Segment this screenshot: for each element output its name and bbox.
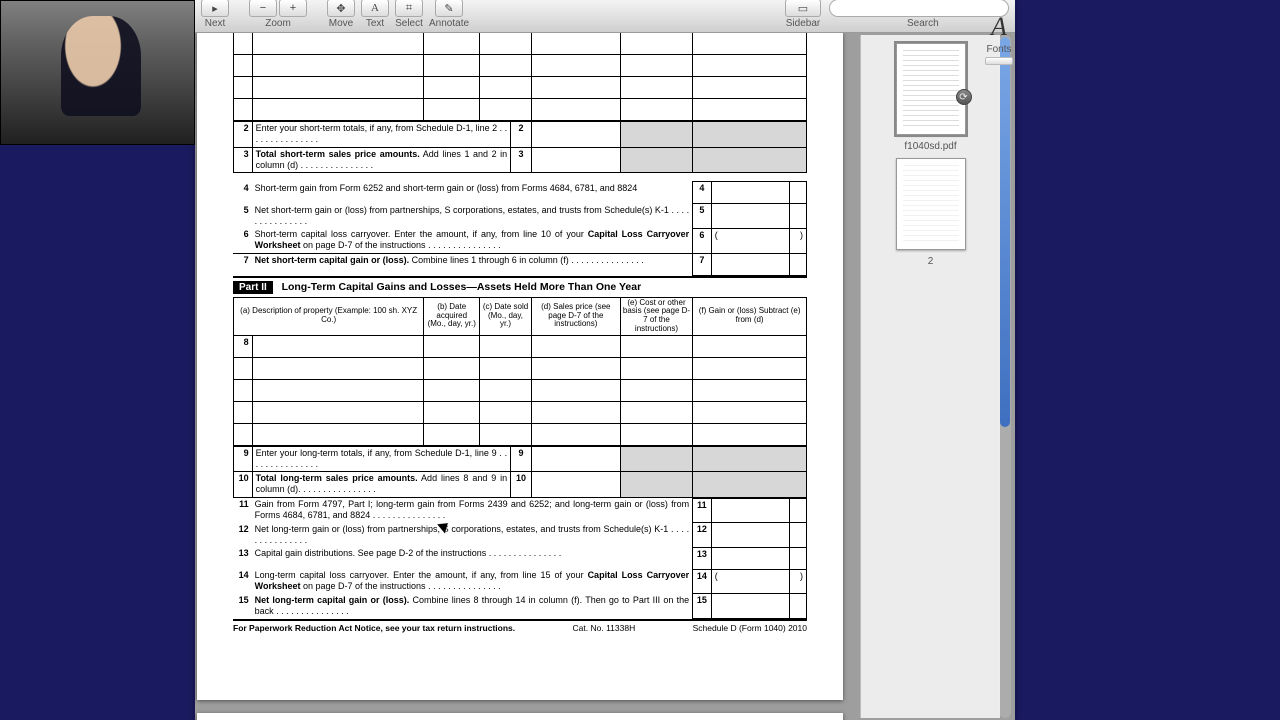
line-13-text: Capital gain distributions. See page D-2… xyxy=(252,547,693,569)
next-group: ▸ Next xyxy=(201,0,229,29)
line-5-text: Net short-term gain or (loss) from partn… xyxy=(252,204,693,229)
part2-header: Part II Long-Term Capital Gains and Loss… xyxy=(233,276,807,297)
text-label: Text xyxy=(366,18,384,29)
zoom-label: Zoom xyxy=(265,18,291,29)
line-9-text: Enter your long-term totals, if any, fro… xyxy=(252,446,511,472)
line-4-num: 4 xyxy=(233,182,252,204)
line-4-text: Short-term gain from Form 6252 and short… xyxy=(252,182,693,204)
select-tool-button[interactable]: ⌗ xyxy=(395,0,423,17)
col-c: (c) Date sold (Mo., day, yr.) xyxy=(480,297,532,335)
thumbnail-sidebar: ⟳ f1040sd.pdf 2 xyxy=(860,35,1000,718)
thumbnail-1[interactable]: ⟳ xyxy=(896,43,966,135)
line-3-rnum: 3 xyxy=(511,147,532,173)
line-7-text: Net short-term capital gain or (loss). C… xyxy=(252,253,693,275)
zoom-group: − + Zoom xyxy=(249,0,307,29)
webcam-overlay xyxy=(0,0,195,145)
line-5-num: 5 xyxy=(233,204,252,229)
next-button[interactable]: ▸ xyxy=(201,0,229,17)
col-a: (a) Description of property (Example: 10… xyxy=(234,297,424,335)
fonts-label: Fonts xyxy=(986,44,1011,55)
col-e: (e) Cost or other basis (see page D-7 of… xyxy=(620,297,692,335)
select-label: Select xyxy=(395,18,423,29)
col-f: (f) Gain or (loss) Subtract (e) from (d) xyxy=(693,297,807,335)
line-7-num: 7 xyxy=(233,253,252,275)
vertical-scrollbar[interactable] xyxy=(999,35,1011,718)
line-11-text: Gain from Form 4797, Part I; long-term g… xyxy=(252,498,693,523)
next-label: Next xyxy=(205,18,226,29)
move-label: Move xyxy=(329,18,353,29)
annotate-label: Annotate xyxy=(429,18,469,29)
move-tool-button[interactable]: ✥ xyxy=(327,0,355,17)
thumbnail-2-label: 2 xyxy=(928,256,934,267)
line-3-num: 3 xyxy=(234,147,253,173)
line-14-text: Long-term capital loss carryover. Enter … xyxy=(252,569,693,594)
document-viewport[interactable]: 2 Enter your short-term totals, if any, … xyxy=(195,33,1015,720)
page-1: 2 Enter your short-term totals, if any, … xyxy=(197,33,843,700)
fonts-handle[interactable] xyxy=(985,57,1013,65)
line-10-text: Total long-term sales price amounts. Add… xyxy=(252,472,511,498)
search-label: Search xyxy=(907,18,939,29)
line-15-text: Net long-term capital gain or (loss). Co… xyxy=(252,594,693,619)
scroll-thumb[interactable] xyxy=(1000,37,1010,427)
text-tool-button[interactable]: A xyxy=(361,0,389,17)
page-2: Schedule D (Form 1040) 2010 Page 2 xyxy=(197,713,843,720)
search-input[interactable] xyxy=(829,0,1009,17)
col-b: (b) Date acquired (Mo., day, yr.) xyxy=(424,297,480,335)
col-d: (d) Sales price (see page D-7 of the ins… xyxy=(531,297,620,335)
line-2-text: Enter your short-term totals, if any, fr… xyxy=(252,122,511,148)
zoom-out-button[interactable]: − xyxy=(249,0,277,17)
sync-badge-icon: ⟳ xyxy=(956,89,972,105)
fonts-drawer[interactable]: A Fonts xyxy=(985,12,1013,65)
sidebar-label: Sidebar xyxy=(786,18,820,29)
line-6-text: Short-term capital loss carryover. Enter… xyxy=(252,228,693,253)
fonts-icon: A xyxy=(991,12,1007,42)
annotate-tool-button[interactable]: ✎ xyxy=(435,0,463,17)
line-2-num: 2 xyxy=(234,122,253,148)
pdf-viewer-window: ▸ Next − + Zoom ✥ Move A Text ⌗ Select ✎… xyxy=(195,0,1015,720)
zoom-in-button[interactable]: + xyxy=(279,0,307,17)
thumbnail-2[interactable] xyxy=(896,158,966,250)
line-12-text: Net long-term gain or (loss) from partne… xyxy=(252,523,693,548)
page-footer: For Paperwork Reduction Act Notice, see … xyxy=(233,619,807,633)
toolbar: ▸ Next − + Zoom ✥ Move A Text ⌗ Select ✎… xyxy=(195,0,1015,33)
line-6-num: 6 xyxy=(233,228,252,253)
line-2-rnum: 2 xyxy=(511,122,532,148)
line-3-text: Total short-term sales price amounts. Ad… xyxy=(252,147,511,173)
sidebar-toggle-button[interactable]: ▭ xyxy=(785,0,821,17)
thumbnail-1-label: f1040sd.pdf xyxy=(904,141,956,152)
